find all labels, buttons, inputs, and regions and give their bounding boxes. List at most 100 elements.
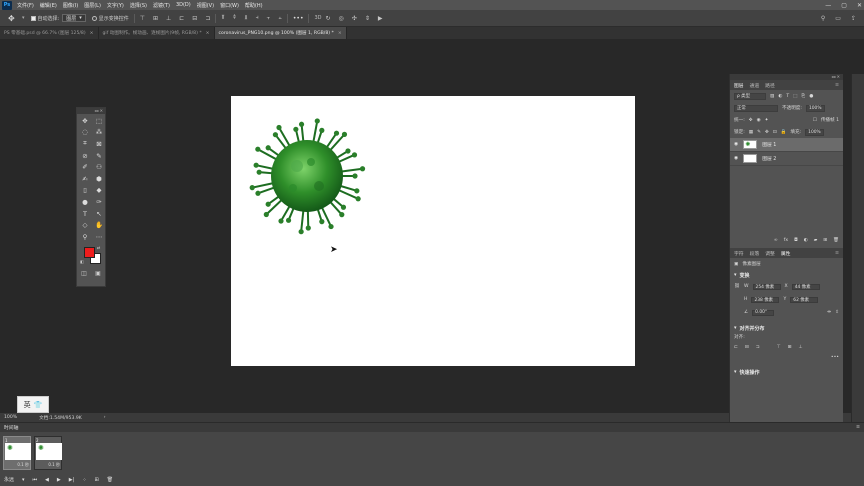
tween-icon[interactable]: ⁘ <box>82 477 86 483</box>
align-vcenter-icon[interactable]: ⊞ <box>788 345 792 350</box>
filter-pixel-icon[interactable]: ▨ <box>770 94 774 99</box>
timeline-frame[interactable]: 2 ✺ 0.1 秒 <box>34 436 62 470</box>
auto-select-checkbox[interactable] <box>30 15 36 21</box>
clone-stamp-tool-icon[interactable]: ⚇ <box>92 161 106 173</box>
tab-character[interactable]: 字符 <box>734 250 744 257</box>
gradient-tool-icon[interactable]: ▯ <box>78 185 92 197</box>
ime-indicator[interactable]: 英 👕 <box>17 396 49 413</box>
panel-menu-icon[interactable]: ≡ <box>856 425 860 430</box>
layer-filter-dropdown[interactable]: ρ 类型 <box>734 92 766 100</box>
timeline-frame[interactable]: 1 ✺ 0.1 秒 <box>3 436 31 470</box>
distribute-hcenter-icon[interactable]: ⫟ <box>267 14 271 22</box>
lock-pixels-icon[interactable]: ▦ <box>749 130 753 135</box>
quick-mask-icon[interactable]: ◫ <box>81 270 87 277</box>
frame-tool-icon[interactable]: ⊠ <box>92 138 106 150</box>
lock-all-icon[interactable]: 🔒 <box>781 130 787 135</box>
marquee-tool-icon[interactable]: ⬚ <box>92 115 106 127</box>
eraser-tool-icon[interactable]: ⬢ <box>92 173 106 185</box>
foreground-color-swatch[interactable] <box>84 246 95 258</box>
align-left-icon[interactable]: ⊏ <box>179 15 184 22</box>
distribute-top-icon[interactable]: ⫪ <box>221 14 224 22</box>
more-tools-icon[interactable]: ⋯ <box>92 231 106 243</box>
more-align-icon[interactable]: ••• <box>831 355 839 360</box>
default-colors-icon[interactable]: ◧ <box>80 259 84 264</box>
filter-type-icon[interactable]: T <box>786 94 789 99</box>
filter-adjust-icon[interactable]: ◐ <box>778 94 782 99</box>
eye-icon[interactable]: ◉ <box>734 156 738 161</box>
propagate-checkbox[interactable]: ☐ <box>813 118 817 123</box>
link-layers-icon[interactable]: ∞ <box>774 238 778 243</box>
show-transform-checkbox[interactable] <box>91 15 97 21</box>
tab-document-3[interactable]: coronavirus_PNG10.png @ 100% (图层 1, RGB/… <box>214 27 347 39</box>
width-input[interactable]: 254 像素 <box>752 283 781 290</box>
align-bottom-icon[interactable]: ⊥ <box>798 345 802 350</box>
chevron-down-icon[interactable]: ▾ <box>22 477 25 483</box>
lock-position-icon[interactable]: ✥ <box>765 130 769 135</box>
distribute-bottom-icon[interactable]: ⫫ <box>244 14 247 22</box>
filter-toggle-icon[interactable]: ● <box>809 94 813 99</box>
next-frame-icon[interactable]: ▶| <box>69 477 75 483</box>
align-vcenter-icon[interactable]: ⊞ <box>153 15 158 22</box>
align-top-icon[interactable]: ⊤ <box>140 15 145 22</box>
document-canvas[interactable]: ➤ <box>231 96 635 366</box>
align-right-icon[interactable]: ⊐ <box>205 15 210 22</box>
magic-wand-tool-icon[interactable]: ⁂ <box>92 127 106 139</box>
layer-row[interactable]: ◉ ✺ 图层 1 <box>730 138 843 152</box>
filter-shape-icon[interactable]: ⬚ <box>793 94 797 99</box>
tab-channels[interactable]: 通道 <box>750 82 760 89</box>
align-left-icon[interactable]: ⊏ <box>734 345 738 350</box>
type-tool-icon[interactable]: T <box>78 208 92 220</box>
opacity-input[interactable]: 100% <box>805 104 825 112</box>
menu-select[interactable]: 选择(S) <box>130 2 147 9</box>
zoom-level[interactable]: 100% <box>4 415 17 420</box>
layer-row[interactable]: ◉ 图层 2 <box>730 152 843 166</box>
menu-type[interactable]: 文字(Y) <box>107 2 124 9</box>
more-options-button[interactable]: ••• <box>293 15 304 22</box>
menu-view[interactable]: 视图(V) <box>197 2 214 9</box>
play-icon[interactable]: ▶ <box>57 477 61 483</box>
frame-duration[interactable]: 0.1 秒 <box>36 462 60 468</box>
path-selection-tool-icon[interactable]: ↖ <box>92 208 106 220</box>
shirt-icon[interactable]: 👕 <box>34 401 43 409</box>
menu-layer[interactable]: 图层(L) <box>84 2 101 9</box>
eyedropper-tool-icon[interactable]: ⊘ <box>78 150 92 162</box>
pen-tool-icon[interactable]: ✑ <box>92 196 106 208</box>
align-top-icon[interactable]: ⊤ <box>777 345 781 350</box>
align-hcenter-icon[interactable]: ⊟ <box>745 345 749 350</box>
panel-menu-icon[interactable]: ≡ <box>835 251 839 256</box>
frame-duration[interactable]: 0.1 秒 <box>5 462 29 468</box>
height-input[interactable]: 238 像素 <box>751 296 780 303</box>
close-icon[interactable]: × <box>90 31 94 36</box>
tab-document-2[interactable]: gif 动图制作。帧动画、逐帧图片(9帧, RGB/8) * × <box>99 27 215 39</box>
tab-paragraph[interactable]: 段落 <box>750 250 760 257</box>
healing-brush-tool-icon[interactable]: ✎ <box>92 150 106 162</box>
lock-artboard-icon[interactable]: ⊡ <box>773 130 777 135</box>
menu-window[interactable]: 窗口(W) <box>220 2 239 9</box>
screen-mode-icon[interactable]: ▣ <box>95 270 101 277</box>
previous-frame-icon[interactable]: ◀ <box>45 477 49 483</box>
menu-edit[interactable]: 编辑(E) <box>40 2 57 9</box>
tab-layers[interactable]: 图层 <box>734 82 744 89</box>
new-group-icon[interactable]: ▰ <box>814 238 818 243</box>
loop-dropdown[interactable]: 永远 <box>4 476 14 483</box>
tab-properties[interactable]: 属性 <box>781 250 791 257</box>
crop-tool-icon[interactable]: ⌗ <box>78 138 92 150</box>
tab-adjustments[interactable]: 调整 <box>765 250 775 257</box>
scale-3d-icon[interactable]: ▶ <box>378 15 383 22</box>
delete-layer-icon[interactable]: 🗑 <box>833 238 839 243</box>
flip-horizontal-icon[interactable]: ⇹ <box>827 310 831 315</box>
menu-3d[interactable]: 3D(D) <box>176 2 191 8</box>
distribute-vcenter-icon[interactable]: ⫩ <box>233 14 236 22</box>
roll-3d-icon[interactable]: ◎ <box>339 15 344 22</box>
quick-actions-header[interactable]: ▾ 快速操作 <box>730 367 843 377</box>
x-input[interactable]: 44 像素 <box>791 283 820 290</box>
right-panel-scrollbar[interactable] <box>851 74 864 426</box>
shape-tool-icon[interactable]: ◇ <box>78 219 92 231</box>
y-input[interactable]: 62 像素 <box>790 296 819 303</box>
angle-input[interactable]: 0.00° <box>752 309 775 316</box>
share-icon[interactable]: ⇪ <box>851 15 856 22</box>
first-frame-icon[interactable]: ⏮ <box>33 477 38 483</box>
distribute-left-icon[interactable]: ⫞ <box>256 14 259 22</box>
adjustment-layer-icon[interactable]: ◐ <box>804 238 808 243</box>
blend-mode-dropdown[interactable]: 正常 <box>734 104 778 112</box>
